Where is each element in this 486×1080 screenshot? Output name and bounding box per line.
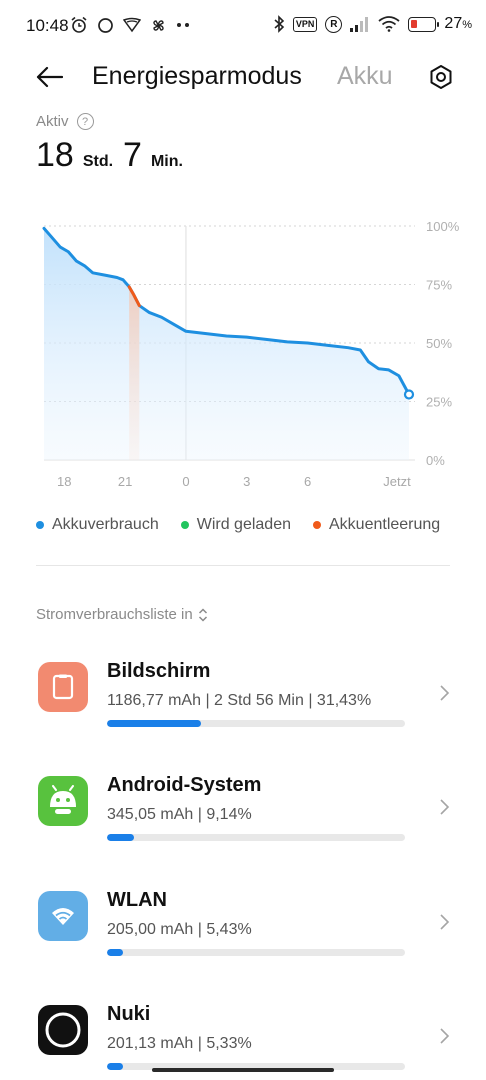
settings-icon xyxy=(430,65,452,89)
circle-icon xyxy=(98,17,113,33)
sort-toggle-icon xyxy=(198,607,207,622)
active-minutes: 7 xyxy=(123,136,142,174)
x-tick-label: Jetzt xyxy=(383,474,411,489)
legend-label-charging: Wird geladen xyxy=(196,516,291,533)
legend-dot-usage xyxy=(36,521,44,529)
usage-item-wlan[interactable]: WLAN 205,00 mAh | 5,43% xyxy=(0,879,486,979)
signal-icon xyxy=(350,16,369,32)
settings-button[interactable] xyxy=(425,61,457,93)
status-bar: 10:48 VPN R 27% xyxy=(0,0,486,52)
chevron-right-icon xyxy=(440,914,450,930)
y-tick-label: 100% xyxy=(426,219,460,234)
y-tick-label: 25% xyxy=(426,395,452,410)
active-minutes-unit: Min. xyxy=(150,153,183,170)
chevron-right-icon xyxy=(440,685,450,701)
usage-progress-bar xyxy=(107,834,405,841)
legend-dot-charging xyxy=(180,521,189,529)
alarm-icon xyxy=(71,16,87,33)
y-tick-label: 0% xyxy=(426,453,445,468)
home-indicator[interactable] xyxy=(152,1068,334,1072)
wifi-icon xyxy=(378,16,400,32)
current-level-marker xyxy=(403,389,415,400)
battery-icon xyxy=(408,16,440,32)
x-tick-label: 6 xyxy=(304,474,311,489)
x-tick-label: 18 xyxy=(57,474,71,489)
y-tick-label: 75% xyxy=(426,278,452,293)
x-tick-label: 21 xyxy=(118,474,132,489)
help-icon[interactable]: ? xyxy=(76,113,94,130)
back-arrow-icon xyxy=(36,66,63,88)
usage-item-detail: 201,13 mAh | 5,33% xyxy=(107,1035,252,1052)
pinwheel-icon xyxy=(153,19,164,31)
chevron-right-icon xyxy=(440,799,450,815)
usage-item-name: Bildschirm xyxy=(107,660,211,682)
usage-list-title: Stromverbrauchsliste in xyxy=(36,606,193,623)
active-label: Aktiv ? xyxy=(36,113,94,130)
usage-progress-bar xyxy=(107,720,405,727)
usage-item-android-system[interactable]: Android-System 345,05 mAh | 9,14% xyxy=(0,764,486,864)
usage-area xyxy=(44,228,409,460)
back-button[interactable] xyxy=(32,60,66,94)
usage-item-name: Nuki xyxy=(107,1003,151,1025)
usage-item-screen[interactable]: Bildschirm 1186,77 mAh | 2 Std 56 Min | … xyxy=(0,650,486,750)
usage-list-sort[interactable]: Stromverbrauchsliste in xyxy=(36,606,208,623)
bluetooth-icon xyxy=(274,15,285,33)
usage-item-detail: 205,00 mAh | 5,43% xyxy=(107,921,252,938)
status-time: 10:48 xyxy=(26,16,69,35)
wifi-app-icon xyxy=(38,891,88,941)
usage-item-detail: 345,05 mAh | 9,14% xyxy=(107,806,252,823)
x-tick-label: 0 xyxy=(182,474,189,489)
x-tick-label: 3 xyxy=(243,474,250,489)
tab-akku[interactable]: Akku xyxy=(337,62,393,91)
status-left-icons xyxy=(70,16,190,34)
nuki-icon xyxy=(38,1005,88,1055)
usage-item-nuki[interactable]: Nuki 201,13 mAh | 5,33% xyxy=(0,993,486,1080)
screen-icon xyxy=(38,662,88,712)
active-label-text: Aktiv xyxy=(36,113,69,130)
legend-item-usage: Akkuverbrauch xyxy=(36,516,159,534)
drain-area xyxy=(129,286,140,460)
chart-legend: Akkuverbrauch Wird geladen Akkuentleerun… xyxy=(36,516,462,534)
legend-item-drain: Akkuentleerung xyxy=(313,516,440,534)
app-header: Energiesparmodus Akku xyxy=(0,52,486,102)
legend-label-usage: Akkuverbrauch xyxy=(52,516,159,533)
battery-chart: 100% 75% 50% 25% 0% 18 21 0 3 6 Jetzt xyxy=(0,200,486,500)
legend-item-charging: Wird geladen xyxy=(180,516,291,534)
vpn-icon: VPN xyxy=(292,16,318,32)
chevron-right-icon xyxy=(440,1028,450,1044)
active-duration: 18 Std. 7 Min. xyxy=(36,136,193,175)
section-divider xyxy=(36,565,450,566)
android-icon xyxy=(38,776,88,826)
more-dots-icon xyxy=(177,23,189,27)
status-right-icons: VPN R 27% xyxy=(273,15,472,33)
page-title: Energiesparmodus xyxy=(92,62,302,90)
legend-dot-drain xyxy=(313,521,321,529)
active-hours-unit: Std. xyxy=(82,153,114,170)
active-hours: 18 xyxy=(36,136,74,174)
usage-item-name: Android-System xyxy=(107,774,262,796)
legend-label-drain: Akkuentleerung xyxy=(329,516,441,533)
usage-progress-bar xyxy=(107,949,405,956)
usage-item-detail: 1186,77 mAh | 2 Std 56 Min | 31,43% xyxy=(107,692,372,709)
battery-percent: 27% xyxy=(444,15,472,32)
fan-icon xyxy=(123,17,141,33)
usage-item-name: WLAN xyxy=(107,889,167,911)
y-tick-label: 50% xyxy=(426,336,452,351)
battery-chart-svg: 100% 75% 50% 25% 0% 18 21 0 3 6 Jetzt xyxy=(42,219,460,489)
roaming-icon: R xyxy=(325,15,343,33)
